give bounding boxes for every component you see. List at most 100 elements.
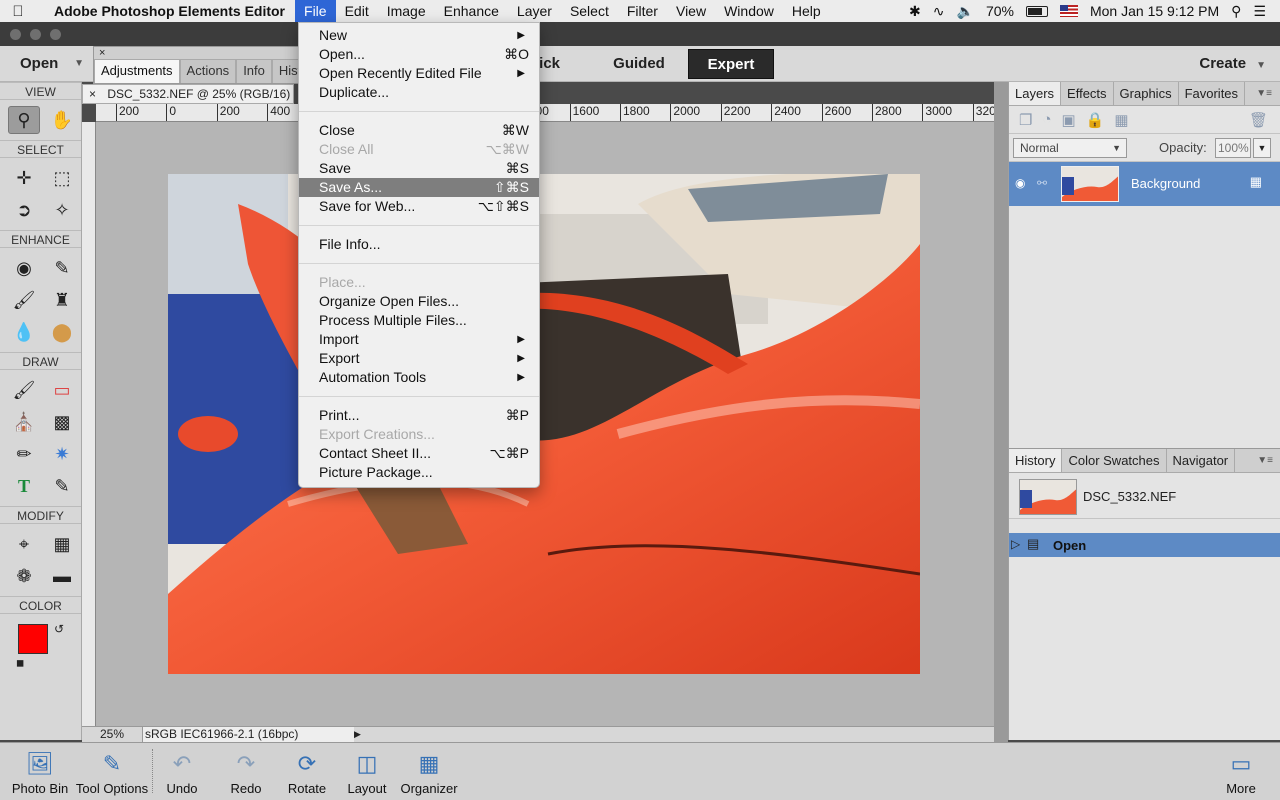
opacity-input[interactable]: 100% (1215, 138, 1251, 158)
layer-mask-icon[interactable]: ▣ (1062, 111, 1076, 129)
create-button[interactable]: Create ▼ (1199, 50, 1266, 78)
blend-mode-select[interactable]: Normal ▼ (1013, 138, 1127, 158)
lock-all-icon[interactable]: 🔒 (1086, 111, 1105, 129)
tool-options-button[interactable]: ✎ Tool Options (74, 747, 150, 799)
history-snapshot[interactable]: DSC_5332.NEF (1009, 473, 1280, 519)
tab-effects[interactable]: Effects (1061, 82, 1114, 105)
blur-tool-icon[interactable]: 💧 (8, 318, 40, 346)
gradient-tool-icon[interactable]: ▩ (46, 408, 78, 436)
tab-history[interactable]: History (1009, 449, 1063, 472)
menu-item-duplicate[interactable]: Duplicate... (299, 83, 539, 102)
notification-center-icon[interactable]: ☰ (1253, 3, 1266, 20)
app-name-menu[interactable]: Adobe Photoshop Elements Editor (36, 3, 295, 19)
default-colors-icon[interactable]: ◼ (16, 658, 24, 669)
apple-icon[interactable]:  (0, 3, 36, 20)
close-icon[interactable]: × (99, 47, 105, 59)
history-step-open[interactable]: ▷ ▤ Open (1009, 533, 1280, 557)
mode-guided-tab[interactable]: Guided (594, 49, 684, 79)
foreground-color-swatch[interactable] (18, 624, 48, 654)
tab-layers[interactable]: Layers (1009, 82, 1062, 105)
input-source-flag-icon[interactable] (1059, 5, 1078, 17)
chevron-down-icon[interactable]: ▼ (1253, 138, 1271, 158)
content-aware-move-tool-icon[interactable]: ❁ (8, 562, 40, 590)
menu-file[interactable]: File (295, 0, 336, 22)
photo-canvas[interactable] (168, 174, 920, 674)
menu-item-open-recent[interactable]: Open Recently Edited File ▶ (299, 64, 539, 83)
menu-layer[interactable]: Layer (508, 0, 561, 22)
menu-item-close[interactable]: Close ⌘W (299, 121, 539, 140)
lasso-tool-icon[interactable]: ➲ (8, 196, 40, 224)
tab-actions[interactable]: Actions (179, 59, 237, 83)
undo-button[interactable]: ↶ Undo (160, 747, 204, 799)
menu-item-automation-tools[interactable]: Automation Tools ▶ (299, 368, 539, 387)
menu-view[interactable]: View (667, 0, 715, 22)
eye-icon[interactable]: ◉ (1015, 176, 1025, 190)
hand-tool-icon[interactable]: ✋ (46, 106, 78, 134)
adjustment-layer-icon[interactable]: ◔ (1042, 111, 1051, 128)
delete-layer-icon[interactable]: 🗑 (1249, 111, 1268, 129)
sponge-tool-icon[interactable]: ⬤ (46, 318, 78, 346)
tab-adjustments[interactable]: Adjustments (94, 59, 180, 83)
recompose-tool-icon[interactable]: ▦ (46, 530, 78, 558)
menu-item-new[interactable]: New ▶ (299, 26, 539, 45)
new-layer-icon[interactable]: ❐ (1019, 111, 1032, 129)
link-icon[interactable]: ⚯ (1037, 176, 1047, 190)
swap-colors-icon[interactable]: ↺ (54, 622, 64, 636)
organizer-button[interactable]: ▦ Organizer (400, 747, 458, 799)
crop-tool-icon[interactable]: ⌖ (8, 530, 40, 558)
battery-icon[interactable] (1025, 5, 1048, 17)
mode-expert-tab[interactable]: Expert (688, 49, 774, 79)
rotate-button[interactable]: ⟳ Rotate (284, 747, 330, 799)
red-eye-tool-icon[interactable]: ◉ (8, 254, 40, 282)
menu-window[interactable]: Window (715, 0, 783, 22)
tab-graphics[interactable]: Graphics (1114, 82, 1179, 105)
menu-image[interactable]: Image (378, 0, 435, 22)
menu-item-save-as[interactable]: Save As... ⇧⌘S (299, 178, 539, 197)
close-icon[interactable]: × (89, 87, 96, 101)
eyedropper-tool-icon[interactable]: ✏ (8, 440, 40, 468)
more-button[interactable]: ▭ More (1216, 747, 1266, 799)
menu-item-organize-open-files[interactable]: Organize Open Files... (299, 292, 539, 311)
zoom-level[interactable]: 25% (100, 727, 124, 742)
magic-wand-tool-icon[interactable]: ✧ (46, 196, 78, 224)
panel-menu-icon[interactable]: ▼≡ (1257, 449, 1273, 473)
menu-item-file-info[interactable]: File Info... (299, 235, 539, 254)
photo-bin-button[interactable]: 🖼 Photo Bin (8, 747, 72, 799)
menu-item-export[interactable]: Export ▶ (299, 349, 539, 368)
brush-tool-icon[interactable]: 🖌 (8, 376, 40, 404)
menu-edit[interactable]: Edit (336, 0, 378, 22)
tab-favorites[interactable]: Favorites (1179, 82, 1246, 105)
menu-item-process-multiple-files[interactable]: Process Multiple Files... (299, 311, 539, 330)
menu-item-import[interactable]: Import ▶ (299, 330, 539, 349)
menu-filter[interactable]: Filter (618, 0, 667, 22)
clone-stamp-tool-icon[interactable]: ♜ (46, 286, 78, 314)
redo-button[interactable]: ↷ Redo (224, 747, 268, 799)
lock-transparency-icon[interactable]: ▦ (1114, 111, 1128, 129)
tab-color-swatches[interactable]: Color Swatches (1062, 449, 1167, 472)
minimize-window-icon[interactable] (30, 29, 41, 40)
zoom-window-icon[interactable] (50, 29, 61, 40)
healing-brush-tool-icon[interactable]: ✎ (46, 254, 78, 282)
paint-bucket-tool-icon[interactable]: ⛪ (8, 408, 40, 436)
pencil-tool-icon[interactable]: ✎ (46, 472, 78, 500)
wifi-icon[interactable]: ∿ (933, 3, 945, 20)
layout-button[interactable]: ◫ Layout (344, 747, 390, 799)
chevron-down-icon[interactable]: ▼ (74, 50, 84, 78)
menu-select[interactable]: Select (561, 0, 618, 22)
menu-item-save[interactable]: Save ⌘S (299, 159, 539, 178)
smart-brush-tool-icon[interactable]: 🖌 (8, 286, 40, 314)
menu-item-open[interactable]: Open... ⌘O (299, 45, 539, 64)
menu-item-save-for-web[interactable]: Save for Web... ⌥⇧⌘S (299, 197, 539, 216)
marquee-tool-icon[interactable]: ⬚ (46, 164, 78, 192)
straighten-tool-icon[interactable]: ▬ (46, 562, 78, 590)
eraser-tool-icon[interactable]: ▭ (46, 376, 78, 404)
menu-item-picture-package[interactable]: Picture Package... (299, 463, 539, 482)
menu-enhance[interactable]: Enhance (435, 0, 508, 22)
tab-info[interactable]: Info (236, 59, 272, 83)
lock-icon[interactable]: ▦ (1250, 174, 1262, 190)
custom-shape-tool-icon[interactable]: ✷ (46, 440, 78, 468)
status-menu-arrow-icon[interactable]: ▶ (354, 727, 361, 742)
tab-navigator[interactable]: Navigator (1167, 449, 1236, 472)
canvas-area[interactable] (96, 122, 994, 726)
close-window-icon[interactable] (10, 29, 21, 40)
